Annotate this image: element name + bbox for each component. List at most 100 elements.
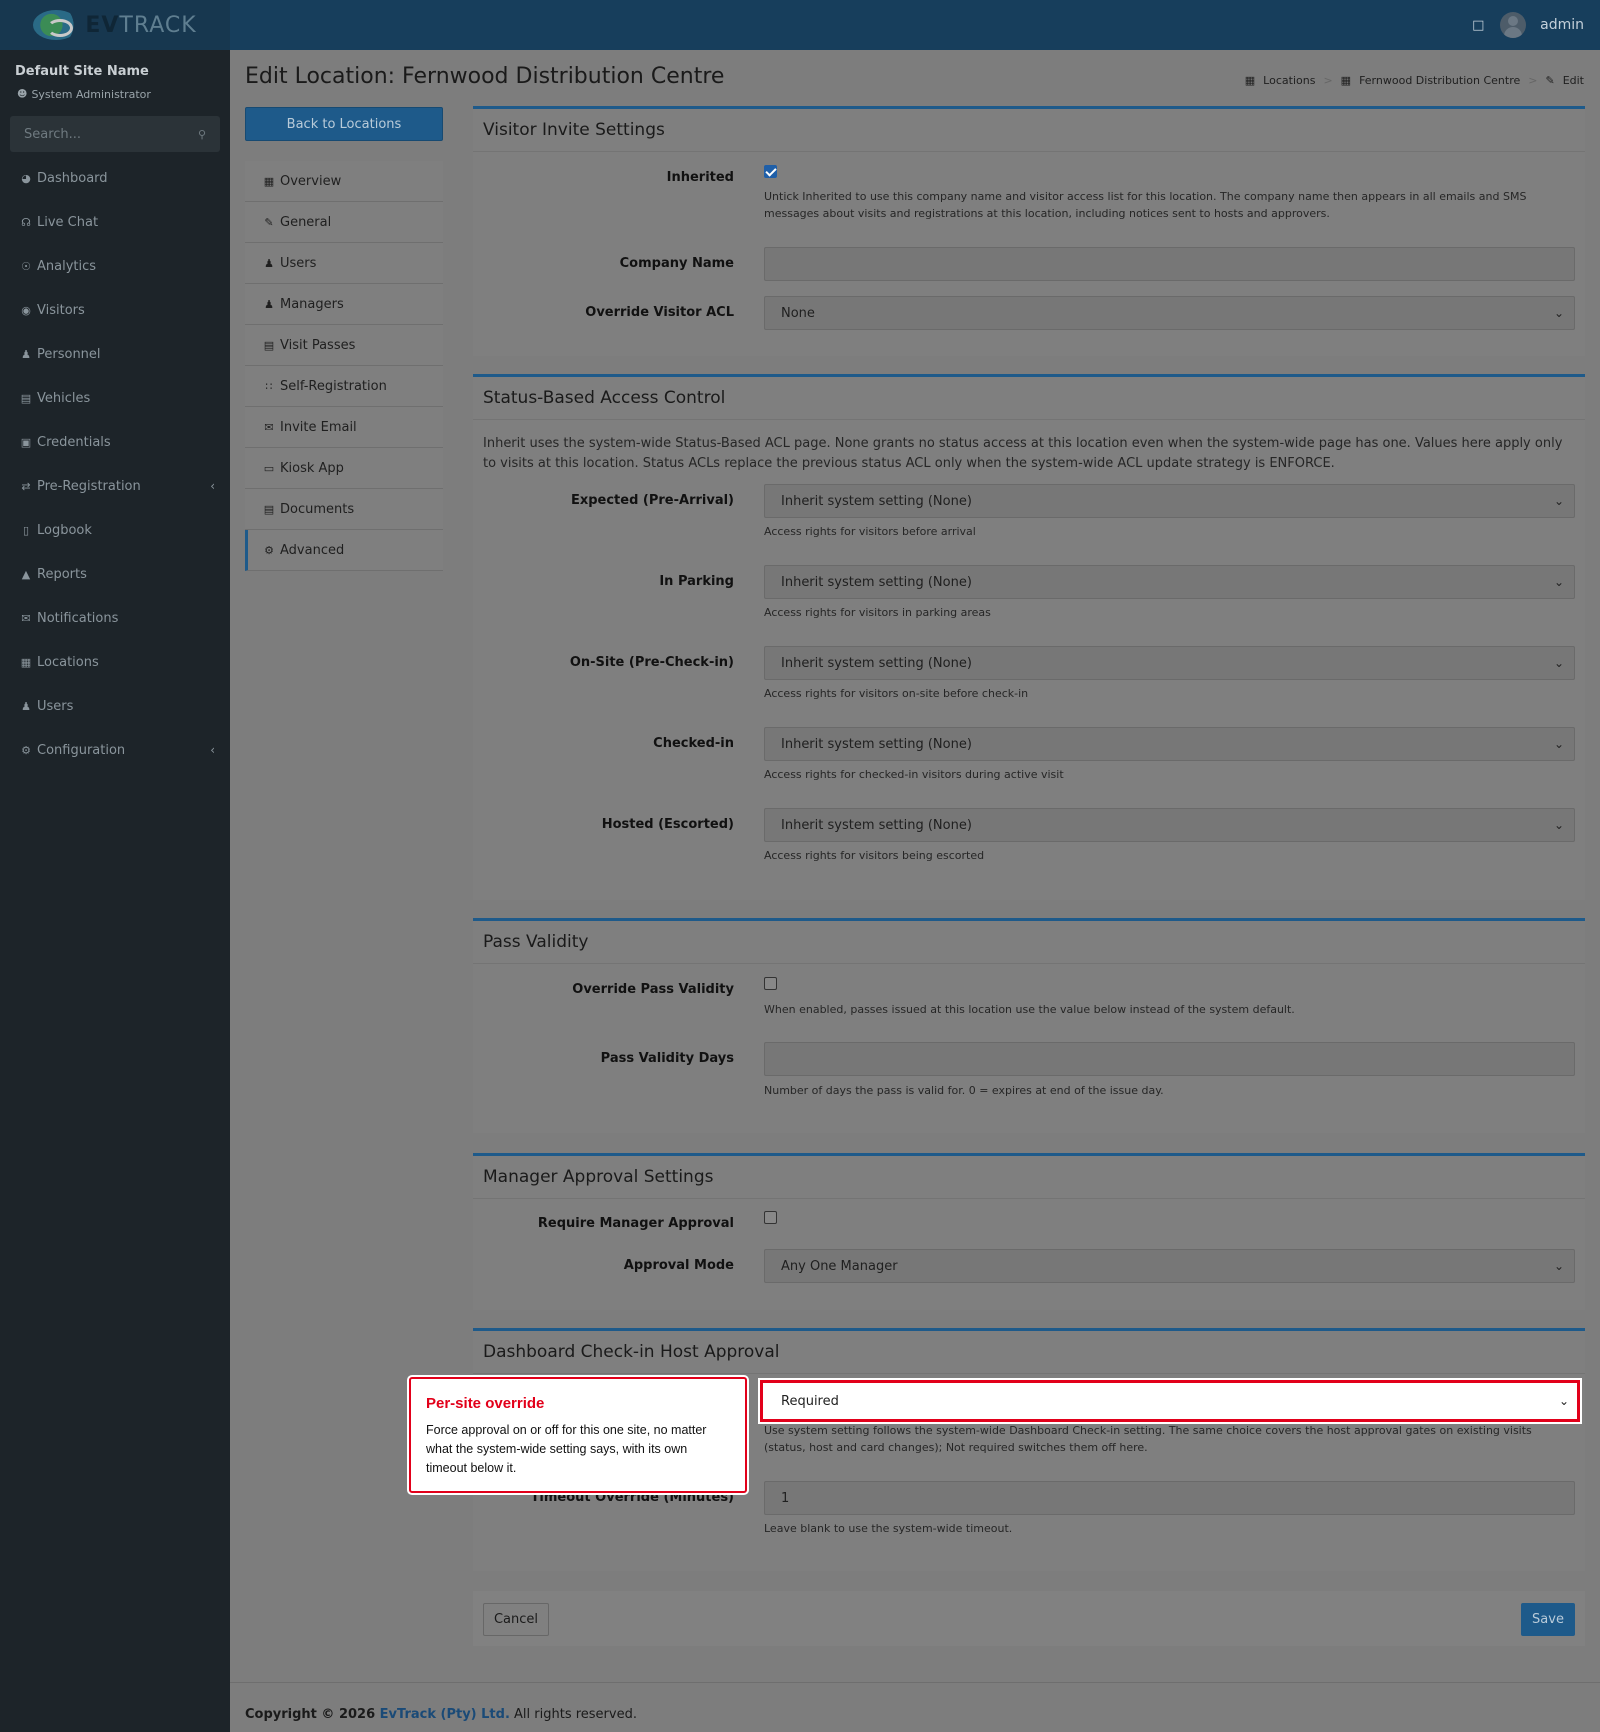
manager-approval-card: Manager Approval Settings xyxy=(473,1153,1585,1310)
select-value: Inherit system setting (None) xyxy=(781,574,972,590)
sidebar-item-label: Visitors xyxy=(37,302,85,318)
pass-validity-days-label: Pass Validity Days xyxy=(600,1051,734,1066)
card-divider xyxy=(473,1373,1585,1374)
sidebar-item-pre-registration[interactable]: ⇄ Pre-Registration ‹ xyxy=(0,464,230,508)
subnav-item-users[interactable]: ♟ Users xyxy=(245,243,443,284)
eye-icon: ◉ xyxy=(21,303,31,317)
subnav-item-label: Overview xyxy=(280,173,342,189)
site-role: ☻ System Administrator xyxy=(17,88,151,101)
sidebar-item-live-chat[interactable]: ☊ Live Chat xyxy=(0,200,230,244)
sidebar-item-credentials[interactable]: ▣ Credentials xyxy=(0,420,230,464)
sidebar-item-locations[interactable]: ▦ Locations xyxy=(0,640,230,684)
sidebar-item-vehicles[interactable]: ▤ Vehicles xyxy=(0,376,230,420)
card-divider xyxy=(473,1198,1585,1199)
chevron-down-icon: ⌄ xyxy=(1553,494,1564,508)
override-visitor-acl-select[interactable]: None ⌄ xyxy=(764,296,1575,330)
status-row-help: Access rights for checked-in visitors du… xyxy=(764,768,1064,781)
breadcrumb-separator: > xyxy=(1323,74,1333,87)
timeout-override-input[interactable]: 1 xyxy=(764,1481,1575,1515)
sidebar-item-notifications[interactable]: ✉ Notifications xyxy=(0,596,230,640)
brand-logo-area[interactable]: EVTRACK xyxy=(0,0,230,50)
status-on-site-select[interactable]: Inherit system setting (None) ⌄ xyxy=(764,646,1575,680)
chart-icon: ▲ xyxy=(21,567,31,581)
subnav-item-overview[interactable]: ▦ Overview xyxy=(245,161,443,202)
approval-mode-select[interactable]: Any One Manager ⌄ xyxy=(764,1249,1575,1283)
status-row-label: Expected (Pre-Arrival) xyxy=(570,493,734,508)
search-icon[interactable]: ⚲ xyxy=(198,128,206,141)
sidebar-item-users[interactable]: ♟ Users xyxy=(0,684,230,728)
breadcrumb: ▦ Locations > ▦ Fernwood Distribution Ce… xyxy=(1245,74,1584,87)
location-map-icon[interactable]: □ xyxy=(1472,18,1486,33)
footer-company-link[interactable]: EvTrack (Pty) Ltd. xyxy=(380,1707,510,1722)
company-name-input[interactable] xyxy=(764,247,1575,281)
cancel-button[interactable]: Cancel xyxy=(483,1603,549,1636)
status-expected-select[interactable]: Inherit system setting (None) ⌄ xyxy=(764,484,1575,518)
sidebar-item-label: Locations xyxy=(37,654,99,670)
avatar[interactable] xyxy=(1500,12,1527,38)
pass-validity-card: Pass Validity xyxy=(473,918,1585,1133)
gear-icon: ⚙ xyxy=(21,743,31,757)
sidebar-search[interactable]: Search... ⚲ xyxy=(10,116,220,152)
require-manager-approval-checkbox[interactable] xyxy=(764,1211,777,1224)
sidebar-item-visitors[interactable]: ◉ Visitors xyxy=(0,288,230,332)
subnav-item-general[interactable]: ✎ General xyxy=(245,202,443,243)
brand-name-strong: EV xyxy=(85,12,120,38)
status-row-label: In Parking xyxy=(659,574,734,589)
status-row-help: Access rights for visitors before arriva… xyxy=(764,525,976,538)
subnav-item-self-registration[interactable]: ∷ Self-Registration xyxy=(245,366,443,407)
subnav-item-label: Self-Registration xyxy=(280,378,387,394)
user-name[interactable]: admin xyxy=(1540,17,1584,33)
map-icon: ▦ xyxy=(1244,74,1256,87)
chevron-left-icon[interactable]: ‹ xyxy=(210,479,215,493)
sidebar-item-personnel[interactable]: ♟ Personnel xyxy=(0,332,230,376)
sidebar-item-logbook[interactable]: ▯ Logbook xyxy=(0,508,230,552)
override-pass-validity-checkbox[interactable] xyxy=(764,977,777,990)
sidebar-item-dashboard[interactable]: ◕ Dashboard xyxy=(0,156,230,200)
subnav-item-managers[interactable]: ♟ Managers xyxy=(245,284,443,325)
sidebar-item-reports[interactable]: ▲ Reports xyxy=(0,552,230,596)
arrows-icon: ⇄ xyxy=(21,479,31,493)
sidebar-item-label: Reports xyxy=(37,566,87,582)
brand-name-light: TRACK xyxy=(119,12,197,38)
status-row-label: Checked-in xyxy=(653,736,734,751)
breadcrumb-location[interactable]: Fernwood Distribution Centre xyxy=(1359,74,1520,87)
sidebar-item-label: Notifications xyxy=(37,610,119,626)
search-input[interactable]: Search... xyxy=(24,127,81,142)
status-checked-in-select[interactable]: Inherit system setting (None) ⌄ xyxy=(764,727,1575,761)
status-in-parking-select[interactable]: Inherit system setting (None) ⌄ xyxy=(764,565,1575,599)
badge-icon: ▣ xyxy=(20,435,32,449)
dashboard-icon: ◕ xyxy=(21,171,31,185)
subnav-item-visit-passes[interactable]: ▤ Visit Passes xyxy=(245,325,443,366)
chevron-down-icon: ⌄ xyxy=(1558,1394,1569,1408)
sidebar-item-label: Vehicles xyxy=(37,390,91,406)
subnav-item-advanced[interactable]: ⚙ Advanced xyxy=(245,530,443,571)
actions-bar xyxy=(473,1591,1585,1646)
subnav-item-invite-email[interactable]: ✉ Invite Email xyxy=(245,407,443,448)
subnav-item-label: Users xyxy=(280,255,317,271)
sidebar-item-analytics[interactable]: ☉ Analytics xyxy=(0,244,230,288)
subnav-item-kiosk-app[interactable]: ▭ Kiosk App xyxy=(245,448,443,489)
pass-validity-days-input[interactable] xyxy=(764,1042,1575,1076)
pencil-icon: ✎ xyxy=(264,215,274,229)
status-hosted-select[interactable]: Inherit system setting (None) ⌄ xyxy=(764,808,1575,842)
status-row-help: Access rights for visitors being escorte… xyxy=(764,849,985,862)
back-to-locations-button[interactable]: Back to Locations xyxy=(245,107,443,141)
sidebar: Default Site Name ☻ System Administrator… xyxy=(0,50,230,1732)
chevron-left-icon[interactable]: ‹ xyxy=(210,743,215,757)
save-button[interactable]: Save xyxy=(1521,1603,1575,1636)
status-row-help: Access rights for visitors in parking ar… xyxy=(764,606,991,619)
chat-icon: ✉ xyxy=(21,611,31,625)
card-divider xyxy=(473,419,1585,420)
sidebar-item-label: Analytics xyxy=(37,258,97,274)
evtrack-logo-icon xyxy=(33,10,80,40)
inherited-checkbox[interactable] xyxy=(764,165,777,178)
subnav-item-documents[interactable]: ▤ Documents xyxy=(245,489,443,530)
company-name-label: Company Name xyxy=(619,256,734,271)
subnav-item-label: Invite Email xyxy=(280,419,357,435)
select-value: Inherit system setting (None) xyxy=(781,493,972,509)
sidebar-item-configuration[interactable]: ⚙ Configuration ‹ xyxy=(0,728,230,772)
host-approval-select[interactable]: Required ⌄ xyxy=(760,1380,1580,1422)
breadcrumb-locations[interactable]: Locations xyxy=(1263,74,1315,87)
status-acl-description: Inherit uses the system-wide Status-Base… xyxy=(483,436,1563,471)
sidebar-item-label: Dashboard xyxy=(37,170,108,186)
